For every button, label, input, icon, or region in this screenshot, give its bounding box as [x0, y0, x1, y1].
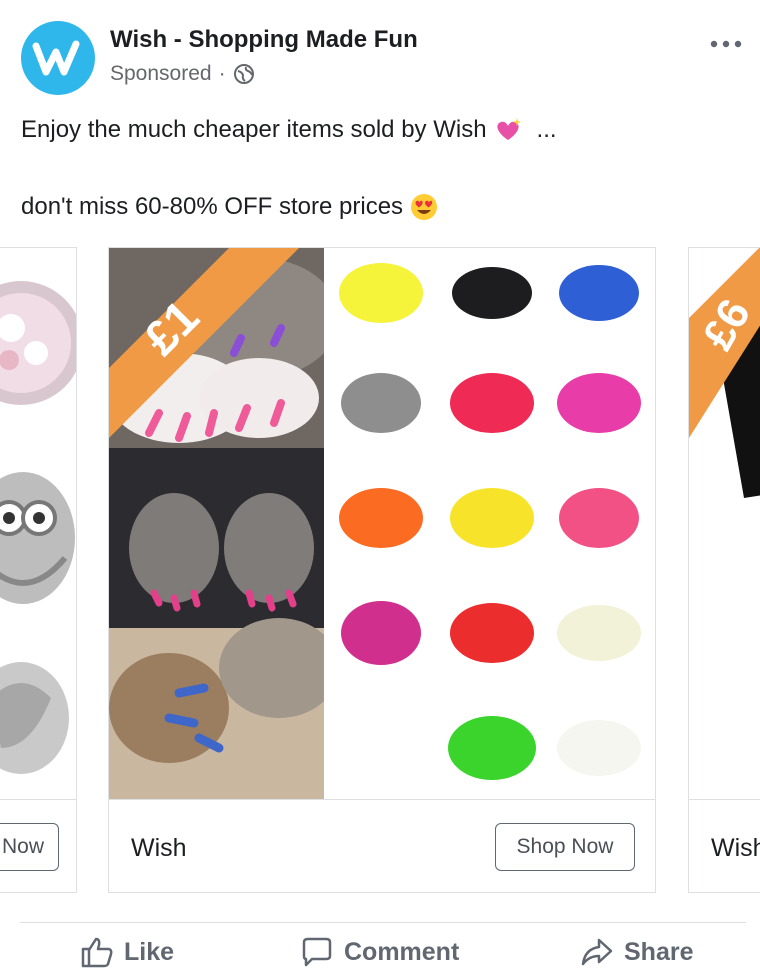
comment-label: Comment [344, 937, 460, 966]
share-arrow-icon [581, 938, 613, 966]
comment-button[interactable]: Comment [300, 936, 459, 968]
heart-eyes-emoji-icon [411, 194, 438, 220]
comment-bubble-icon [302, 937, 332, 967]
page-name[interactable]: Wish - Shopping Made Fun [110, 26, 418, 54]
card-footer-main: Wish Shop Now [109, 799, 655, 892]
meta-separator: · [218, 62, 226, 85]
more-options-icon[interactable] [706, 30, 746, 58]
card-footer-left: Now [0, 799, 76, 892]
product-image[interactable]: £1 [109, 248, 655, 799]
jewelry-image[interactable] [0, 248, 76, 799]
shop-now-button-left[interactable]: Now [0, 823, 59, 871]
carousel-card-left[interactable]: Now [0, 247, 77, 893]
cat-nail-caps-collage: £1 [109, 248, 655, 799]
sparkling-heart-icon [496, 118, 521, 140]
post-text-line2: don't miss 60-80% OFF store prices [21, 192, 439, 222]
see-more-link[interactable]: ... [537, 116, 557, 144]
share-label: Share [624, 937, 694, 966]
post-text-line1: Enjoy the much cheaper items sold by Wis… [21, 116, 557, 144]
card-footer-right: Wish [689, 799, 760, 892]
sponsored-label[interactable]: Sponsored [110, 62, 212, 86]
like-label: Like [124, 937, 175, 966]
shop-now-button[interactable]: Shop Now [495, 823, 635, 871]
post-header: Wish - Shopping Made Fun Sponsored · [0, 0, 760, 110]
post-meta: Sponsored · [110, 62, 255, 86]
card-title[interactable]: Wish [131, 834, 187, 863]
actions-divider [20, 922, 746, 923]
carousel-card-main[interactable]: £1 Wish Shop Now [108, 247, 656, 893]
post-text-1: Enjoy the much cheaper items sold by Wis… [21, 116, 487, 143]
right-product-image[interactable]: £6 [689, 248, 760, 799]
product-carousel[interactable]: Now £1 Wish Shop Now £6 Wis [0, 247, 760, 897]
globe-icon [233, 64, 254, 84]
like-button[interactable]: Like [80, 936, 174, 968]
wish-logo[interactable] [21, 21, 95, 95]
thumbs-up-icon [81, 937, 113, 968]
post-text-2: don't miss 60-80% OFF store prices [21, 193, 404, 220]
carousel-card-right[interactable]: £6 Wish [688, 247, 760, 893]
post-actions-bar: Like Comment Share [0, 926, 760, 973]
wish-logo-icon [32, 40, 80, 76]
share-button[interactable]: Share [580, 936, 693, 968]
right-card-title[interactable]: Wish [711, 834, 760, 863]
